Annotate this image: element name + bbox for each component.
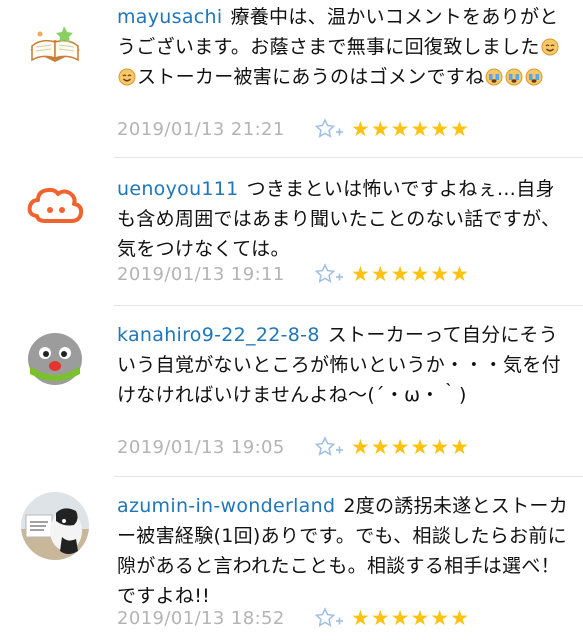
smile-emoji-icon bbox=[541, 38, 559, 56]
smile-emoji-icon bbox=[118, 68, 136, 86]
comment-username[interactable]: mayusachi bbox=[117, 6, 222, 28]
comment-text-block: azumin-in-wonderland 2度の誘拐未遂とストーカー被害経験(1回… bbox=[117, 491, 569, 611]
comment-meta: 2019/01/13 19:11 ★★★★★★ bbox=[117, 259, 470, 289]
comment-timestamp: 2019/01/13 21:21 bbox=[117, 118, 285, 140]
comment-timestamp: 2019/01/13 19:11 bbox=[117, 263, 285, 285]
add-star-button[interactable] bbox=[314, 263, 345, 285]
comment-item: kanahiro9-22_22-8-8 ストーカーって自分にそういう自覚がないとこ… bbox=[0, 306, 583, 477]
orange-cloud-face-icon bbox=[27, 187, 84, 223]
comment-meta: 2019/01/13 18:52 ★★★★★★ bbox=[117, 603, 470, 633]
star-rating[interactable]: ★★★★★★ bbox=[351, 262, 470, 286]
comment-meta: 2019/01/13 21:21 ★★★★★★ bbox=[117, 114, 470, 144]
comment-item: mayusachi 療養中は、温かいコメントをありがとうございます。お蔭さまで無事… bbox=[0, 0, 583, 158]
avatar[interactable] bbox=[20, 491, 90, 561]
comment-text-block: kanahiro9-22_22-8-8 ストーカーって自分にそういう自覚がないとこ… bbox=[117, 320, 569, 410]
add-star-button[interactable] bbox=[314, 607, 345, 629]
avatar[interactable] bbox=[20, 172, 90, 242]
crying-emoji-icon bbox=[485, 68, 503, 86]
comment-text-block: mayusachi 療養中は、温かいコメントをありがとうございます。お蔭さまで無事… bbox=[117, 2, 569, 92]
add-star-icon bbox=[314, 118, 343, 138]
crying-emoji-icon bbox=[505, 68, 523, 86]
comment-item: uenoyou111 つきまといは怖いですよねぇ…自身も含め周囲ではあまり聞いたこ… bbox=[0, 158, 583, 306]
avatar[interactable] bbox=[20, 10, 90, 80]
add-star-icon bbox=[314, 436, 343, 456]
add-star-icon bbox=[314, 263, 343, 283]
avatar[interactable] bbox=[20, 322, 90, 392]
star-rating[interactable]: ★★★★★★ bbox=[351, 117, 470, 141]
star-rating[interactable]: ★★★★★★ bbox=[351, 606, 470, 630]
cow-photo-avatar bbox=[21, 492, 89, 560]
open-book-icon bbox=[30, 26, 80, 62]
comment-text-block: uenoyou111 つきまといは怖いですよねぇ…自身も含め周囲ではあまり聞いたこ… bbox=[117, 174, 569, 264]
comment-text: ストーカー被害にあうのはゴメンですね bbox=[137, 66, 485, 88]
comment-username[interactable]: azumin-in-wonderland bbox=[117, 495, 335, 517]
add-star-icon bbox=[314, 607, 343, 627]
comment-timestamp: 2019/01/13 18:52 bbox=[117, 607, 285, 629]
crying-emoji-icon bbox=[525, 68, 543, 86]
add-star-button[interactable] bbox=[314, 436, 345, 458]
comment-username[interactable]: uenoyou111 bbox=[117, 178, 239, 200]
gray-bird-face-icon bbox=[28, 333, 82, 385]
add-star-button[interactable] bbox=[314, 118, 345, 140]
comment-item: azumin-in-wonderland 2度の誘拐未遂とストーカー被害経験(1回… bbox=[0, 477, 583, 640]
comment-meta: 2019/01/13 19:05 ★★★★★★ bbox=[117, 432, 470, 462]
star-rating[interactable]: ★★★★★★ bbox=[351, 435, 470, 459]
comment-timestamp: 2019/01/13 19:05 bbox=[117, 436, 285, 458]
comment-username[interactable]: kanahiro9-22_22-8-8 bbox=[117, 324, 320, 346]
